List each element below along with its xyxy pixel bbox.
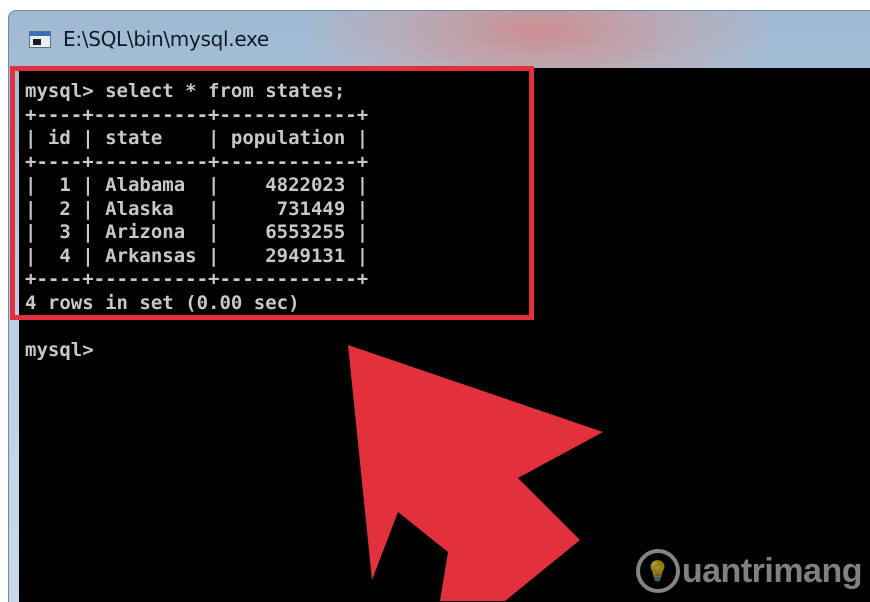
watermark-text: uantrimang (681, 551, 863, 590)
watermark: 💡 uantrimang (635, 549, 863, 593)
arrow-shape (348, 345, 603, 601)
lightbulb-q-icon: 💡 (635, 549, 680, 593)
pointer-arrow-icon (348, 345, 603, 601)
